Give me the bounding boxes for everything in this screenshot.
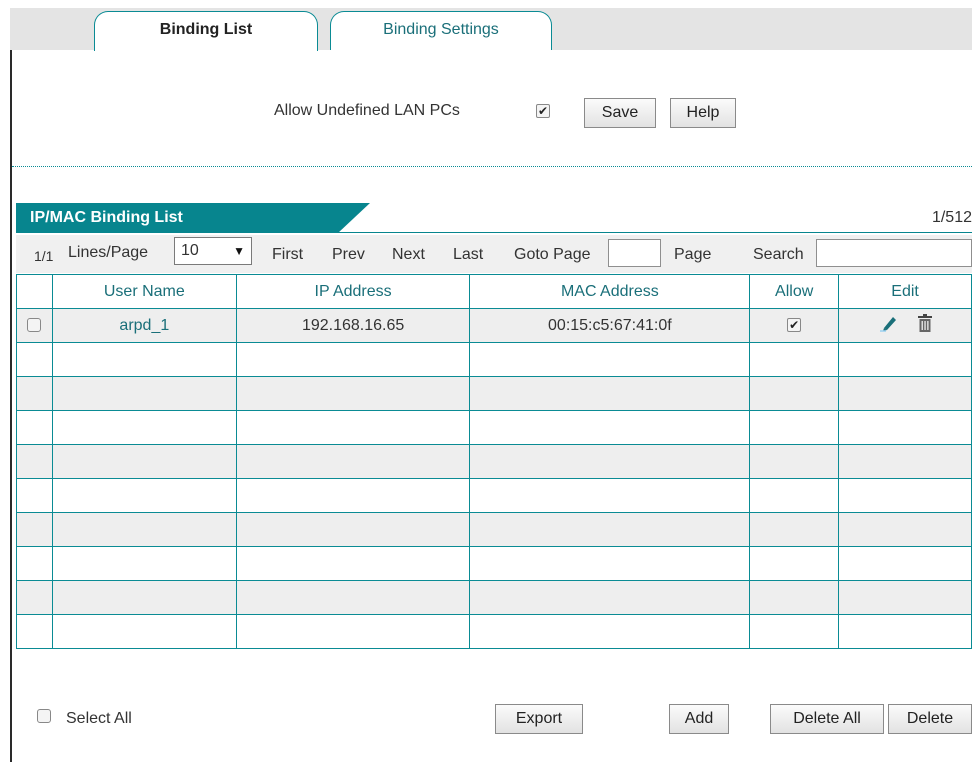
allow-checkbox[interactable]: ✔ bbox=[787, 318, 802, 333]
column-header-select bbox=[16, 274, 53, 309]
first-page-link[interactable]: First bbox=[272, 246, 303, 264]
binding-table: User Name IP Address MAC Address Allow E… bbox=[16, 274, 972, 649]
column-header-mac-address[interactable]: MAC Address bbox=[469, 274, 751, 309]
allow-undefined-row: Allow Undefined LAN PCs ✔ Save Help bbox=[0, 96, 972, 130]
trash-icon[interactable] bbox=[918, 314, 933, 337]
pencil-icon[interactable] bbox=[878, 314, 900, 337]
allow-cell: ✔ bbox=[749, 308, 840, 343]
lines-per-page-label: Lines/Page bbox=[68, 244, 149, 261]
export-button[interactable]: Export bbox=[495, 704, 583, 734]
select-all-label: Select All bbox=[66, 710, 132, 727]
ip-address-cell: 192.168.16.65 bbox=[235, 308, 471, 343]
table-row-empty bbox=[16, 410, 972, 445]
table-row-empty bbox=[16, 342, 972, 377]
allow-undefined-checkbox[interactable]: ✔ bbox=[536, 104, 550, 118]
tab-binding-settings[interactable]: Binding Settings bbox=[330, 11, 552, 50]
user-name-cell: arpd_1 bbox=[51, 308, 237, 343]
binding-list-title: IP/MAC Binding List bbox=[16, 203, 338, 233]
footer-actions: Select All Export Add Delete All Delete bbox=[0, 700, 972, 736]
column-header-edit: Edit bbox=[838, 274, 972, 309]
row-select-cell bbox=[16, 308, 53, 343]
table-row: arpd_1 192.168.16.65 00:15:c5:67:41:0f ✔ bbox=[16, 308, 972, 343]
chevron-down-icon: ▼ bbox=[233, 244, 245, 258]
table-header-row: User Name IP Address MAC Address Allow E… bbox=[16, 274, 972, 309]
allow-undefined-label: Allow Undefined LAN PCs bbox=[274, 102, 460, 119]
table-row-empty bbox=[16, 580, 972, 615]
lines-per-page-value: 10 bbox=[181, 242, 199, 259]
table-row-empty bbox=[16, 614, 972, 649]
mac-address-cell: 00:15:c5:67:41:0f bbox=[469, 308, 751, 343]
column-header-ip-address[interactable]: IP Address bbox=[235, 274, 471, 309]
tab-binding-list[interactable]: Binding List bbox=[94, 11, 318, 51]
page-label: Page bbox=[674, 246, 712, 263]
search-input[interactable] bbox=[816, 239, 972, 267]
column-header-user-name[interactable]: User Name bbox=[51, 274, 237, 309]
prev-page-link[interactable]: Prev bbox=[332, 246, 365, 264]
tab-bar: Binding List Binding Settings bbox=[10, 8, 972, 51]
entry-count: 1/512 bbox=[931, 209, 972, 226]
pager-bar: 1/1 Lines/Page 10 ▼ First Prev Next Last… bbox=[16, 235, 972, 273]
column-header-allow[interactable]: Allow bbox=[749, 274, 840, 309]
goto-page-input[interactable] bbox=[608, 239, 661, 267]
edit-cell bbox=[838, 308, 972, 343]
binding-list-header: IP/MAC Binding List 1/512 bbox=[16, 203, 972, 233]
add-button[interactable]: Add bbox=[669, 704, 729, 734]
left-border bbox=[10, 50, 12, 762]
user-name-link[interactable]: arpd_1 bbox=[119, 317, 169, 334]
header-underline bbox=[16, 232, 972, 233]
select-all-checkbox[interactable] bbox=[37, 709, 51, 723]
delete-button[interactable]: Delete bbox=[888, 704, 972, 734]
title-tab-tail bbox=[338, 203, 370, 233]
table-row-empty bbox=[16, 444, 972, 479]
page-indicator: 1/1 bbox=[34, 248, 54, 264]
goto-page-label: Goto Page bbox=[514, 246, 591, 263]
last-page-link[interactable]: Last bbox=[453, 246, 483, 264]
next-page-link[interactable]: Next bbox=[392, 246, 425, 264]
delete-all-button[interactable]: Delete All bbox=[770, 704, 884, 734]
section-divider bbox=[12, 166, 972, 167]
table-row-empty bbox=[16, 512, 972, 547]
lines-per-page-select[interactable]: 10 ▼ bbox=[174, 237, 252, 265]
table-row-empty bbox=[16, 376, 972, 411]
help-button[interactable]: Help bbox=[670, 98, 736, 128]
search-label: Search bbox=[753, 246, 804, 263]
table-row-empty bbox=[16, 546, 972, 581]
table-row-empty bbox=[16, 478, 972, 513]
row-checkbox[interactable] bbox=[27, 318, 42, 333]
save-button[interactable]: Save bbox=[584, 98, 656, 128]
